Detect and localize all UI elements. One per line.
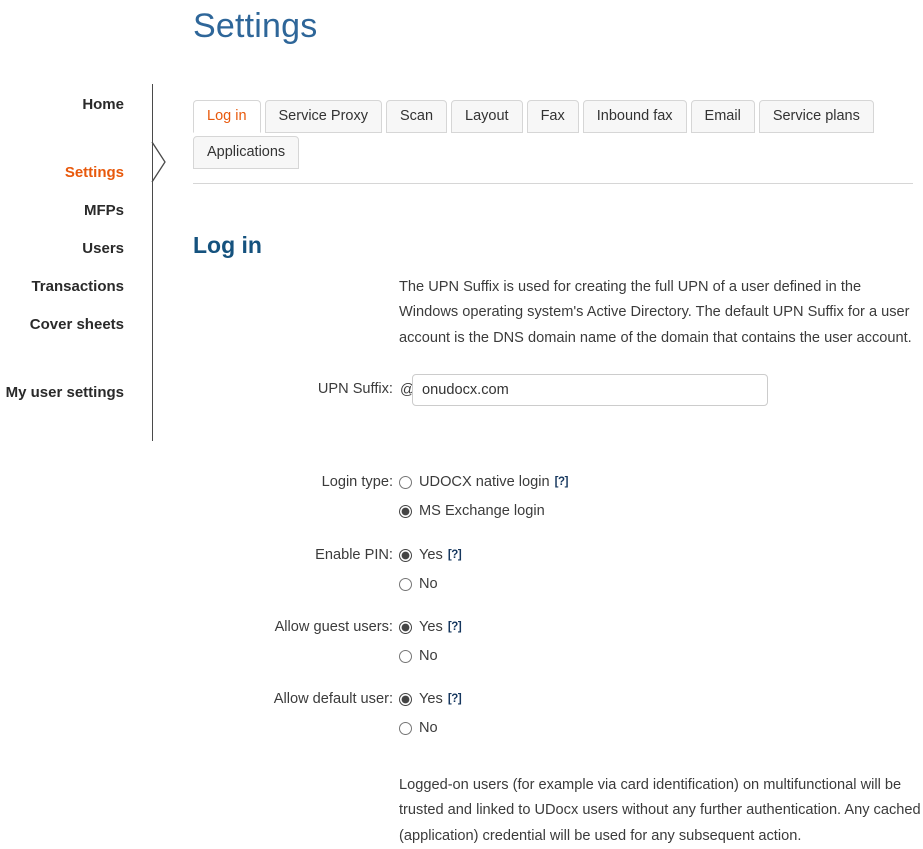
radio-input[interactable] — [399, 721, 412, 735]
tab-fax[interactable]: Fax — [526, 100, 579, 133]
radio-option[interactable]: No — [399, 648, 438, 664]
settings-tab-bar: Log in Service Proxy Scan Layout Fax Inbound … — [193, 100, 915, 169]
radio-input[interactable] — [399, 504, 412, 518]
radio-input[interactable] — [399, 649, 412, 663]
field-label: Login type: — [321, 474, 393, 490]
field-label: Allow guest users: — [274, 619, 393, 635]
tab-row-secondary: Applications — [193, 136, 915, 169]
radio-input[interactable] — [399, 548, 412, 562]
radio-label[interactable]: Yes — [419, 691, 443, 707]
radio-label[interactable]: MS Exchange login — [419, 503, 545, 519]
radio-option[interactable]: No — [399, 720, 438, 736]
tab-scan[interactable]: Scan — [385, 100, 448, 133]
tab-bar-underline — [193, 183, 913, 184]
radio-input[interactable] — [399, 475, 412, 489]
help-marker-icon[interactable]: [?] — [448, 621, 462, 633]
radio-label[interactable]: UDOCX native login — [419, 474, 550, 490]
form-row: Allow default user: Yes [?] — [0, 691, 923, 715]
sidebar-item-cover-sheets[interactable]: Cover sheets — [0, 316, 124, 333]
tab-log-in[interactable]: Log in — [193, 100, 261, 133]
radio-option[interactable]: UDOCX native login [?] — [399, 474, 568, 490]
help-marker-icon[interactable]: [?] — [448, 693, 462, 705]
sidebar-item-users[interactable]: Users — [0, 240, 124, 257]
radio-label[interactable]: No — [419, 576, 438, 592]
upn-suffix-label: UPN Suffix: — [317, 381, 393, 397]
radio-option[interactable]: Yes [?] — [399, 547, 462, 563]
form-row: No — [0, 648, 923, 672]
help-marker-icon[interactable]: [?] — [555, 476, 569, 488]
radio-option[interactable]: No — [399, 576, 438, 592]
form-row: Login type: UDOCX native login [?] — [0, 474, 923, 498]
sidebar-item-settings[interactable]: Settings — [0, 164, 124, 181]
radio-label[interactable]: No — [419, 648, 438, 664]
form-row: Allow guest users: Yes [?] — [0, 619, 923, 643]
tab-layout[interactable]: Layout — [451, 100, 523, 133]
tab-row-primary: Log in Service Proxy Scan Layout Fax Inbound … — [193, 100, 915, 133]
default-user-description-text: Logged-on users (for example via card id… — [399, 776, 921, 844]
radio-option[interactable]: Yes [?] — [399, 619, 462, 635]
field-label: Enable PIN: — [315, 547, 393, 563]
form-row: MS Exchange login — [0, 503, 923, 527]
tab-applications[interactable]: Applications — [193, 136, 300, 169]
tab-service-plans[interactable]: Service plans — [758, 100, 874, 133]
radio-input[interactable] — [399, 692, 412, 706]
tab-service-proxy[interactable]: Service Proxy — [264, 100, 382, 133]
form-row: No — [0, 576, 923, 600]
section-heading: Log in — [193, 232, 262, 259]
upn-suffix-row: UPN Suffix: @ — [0, 374, 923, 415]
radio-label[interactable]: Yes — [419, 547, 443, 563]
tab-inbound-fax[interactable]: Inbound fax — [582, 100, 687, 133]
radio-label[interactable]: No — [419, 720, 438, 736]
radio-input[interactable] — [399, 620, 412, 634]
tab-email[interactable]: Email — [690, 100, 755, 133]
upn-description-text: The UPN Suffix is used for creating the … — [399, 278, 912, 346]
field-label: Allow default user: — [273, 691, 393, 707]
radio-input[interactable] — [399, 577, 412, 591]
sidebar-item-transactions[interactable]: Transactions — [0, 278, 124, 295]
radio-option[interactable]: MS Exchange login — [399, 503, 545, 519]
upn-suffix-input[interactable] — [412, 374, 768, 406]
radio-label[interactable]: Yes — [419, 619, 443, 635]
help-marker-icon[interactable]: [?] — [448, 549, 462, 561]
sidebar-active-chevron-icon — [151, 141, 167, 183]
page-title: Settings — [193, 7, 318, 45]
radio-option[interactable]: Yes [?] — [399, 691, 462, 707]
sidebar-item-home[interactable]: Home — [0, 96, 124, 113]
sidebar-item-mfps[interactable]: MFPs — [0, 202, 124, 219]
form-row: Enable PIN: Yes [?] — [0, 547, 923, 571]
form-row: No — [0, 720, 923, 744]
